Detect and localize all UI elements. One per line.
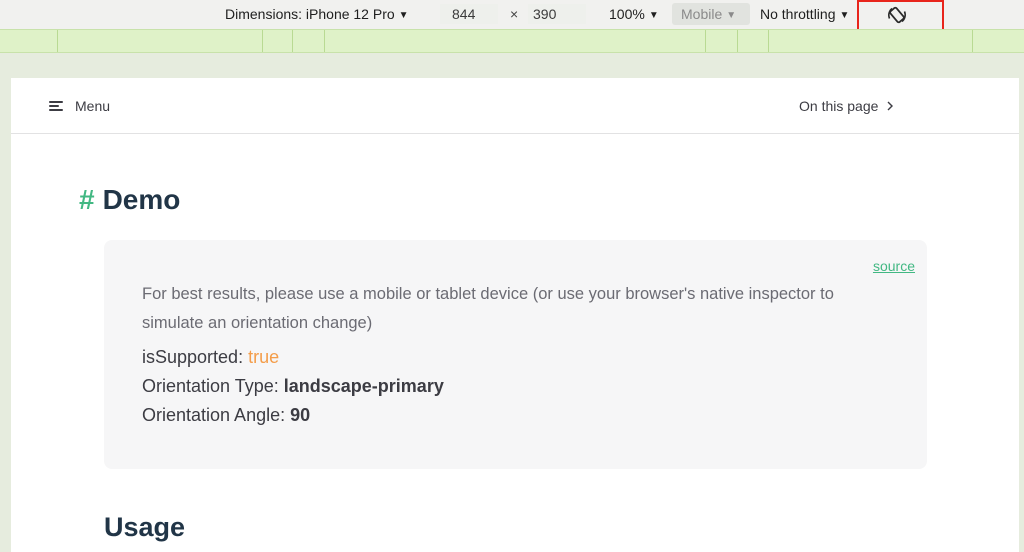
caret-down-icon: ▼	[648, 10, 659, 21]
throttling-dropdown[interactable]: No throttling ▼	[760, 5, 849, 23]
caret-down-icon: ▼	[726, 10, 737, 21]
source-link[interactable]: source	[873, 258, 915, 274]
device-type-dropdown[interactable]: Mobile ▼	[672, 3, 750, 25]
dimensions-label: Dimensions: iPhone 12 Pro	[225, 6, 395, 22]
orientation-angle-row: Orientation Angle: 90	[142, 405, 310, 426]
device-type-label: Mobile	[681, 6, 723, 22]
zoom-dropdown[interactable]: 100% ▼	[609, 5, 659, 23]
orientation-angle-label: Orientation Angle:	[142, 405, 286, 425]
menu-button[interactable]: Menu	[49, 97, 110, 115]
doc-navbar: Menu On this page	[11, 78, 1019, 134]
caret-down-icon: ▼	[839, 10, 850, 21]
on-this-page-button[interactable]: On this page	[799, 97, 894, 115]
is-supported-label: isSupported:	[142, 347, 244, 367]
heading-text: Demo	[102, 184, 181, 215]
times-separator: ×	[510, 6, 519, 22]
zoom-label: 100%	[609, 6, 645, 22]
demo-note: For best results, please use a mobile or…	[142, 285, 834, 332]
usage-heading: Usage	[104, 512, 186, 542]
dimensions-dropdown[interactable]: Dimensions: iPhone 12 Pro ▼	[225, 5, 409, 23]
hamburger-icon	[49, 100, 63, 112]
on-this-page-label: On this page	[799, 98, 879, 114]
orientation-type-value: landscape-primary	[283, 376, 444, 396]
width-input[interactable]: 844	[440, 4, 498, 24]
chevron-right-icon	[887, 101, 894, 111]
menu-label: Menu	[75, 98, 111, 114]
device-viewport: Menu On this page # Demo source For best …	[11, 78, 1019, 552]
heading-anchor[interactable]: #	[79, 184, 95, 215]
height-input[interactable]: 390	[528, 4, 586, 24]
orientation-type-row: Orientation Type: landscape-primary	[142, 376, 444, 397]
orientation-angle-value: 90	[290, 405, 311, 425]
media-query-bar[interactable]	[0, 29, 1024, 53]
is-supported-value: true	[248, 347, 280, 367]
page-title: # Demo	[79, 184, 180, 216]
orientation-type-label: Orientation Type:	[142, 376, 279, 396]
throttling-label: No throttling	[760, 6, 836, 22]
demo-container: source For best results, please use a mo…	[104, 240, 927, 469]
caret-down-icon: ▼	[398, 10, 409, 21]
is-supported-row: isSupported: true	[142, 347, 279, 368]
